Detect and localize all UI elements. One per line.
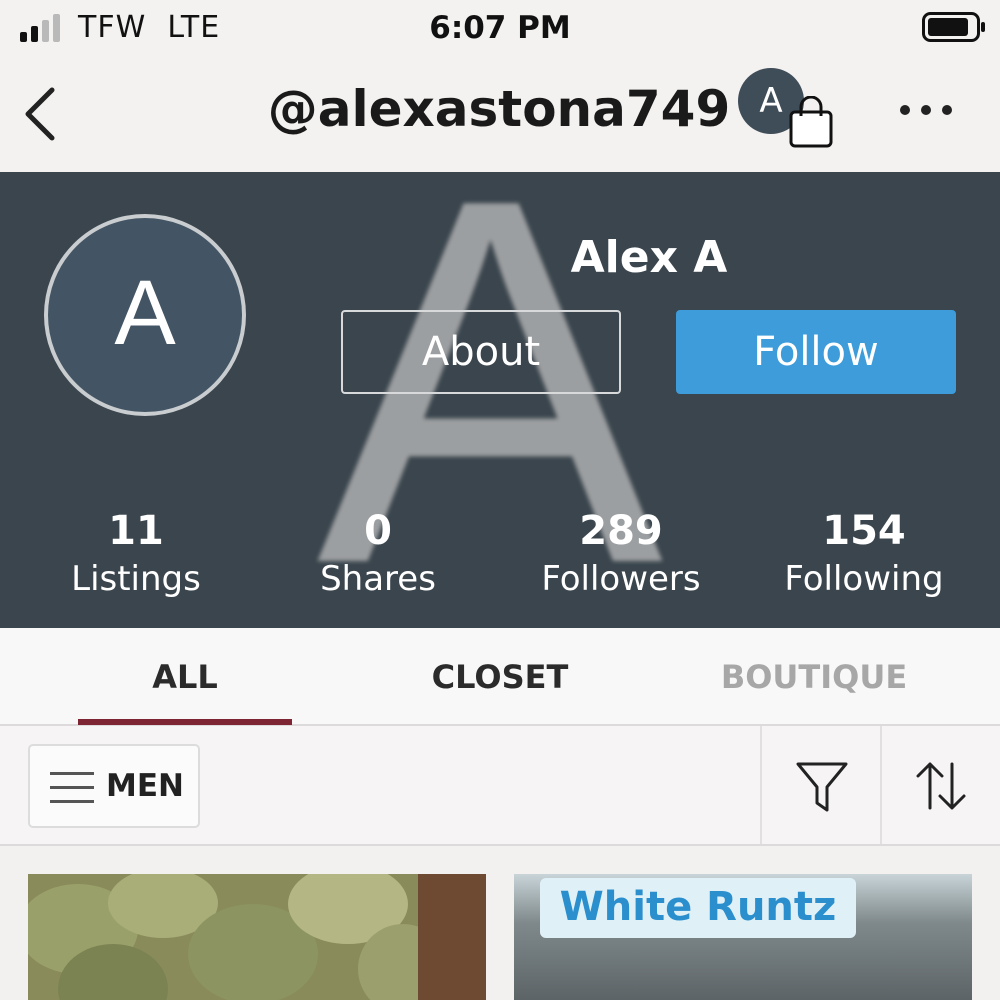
display-name: Alex A (570, 232, 728, 283)
follow-button[interactable]: Follow (676, 310, 956, 394)
stat-label: Followers (541, 559, 701, 599)
listings-grid: White Runtz (0, 846, 1000, 1000)
stat-value: 0 (364, 508, 392, 554)
about-button[interactable]: About (341, 310, 621, 394)
tab-boutique[interactable]: BOUTIQUE (704, 658, 924, 696)
profile-header: A A Alex A About Follow 11 Listings 0 Sh… (0, 172, 1000, 628)
profile-handle: @alexastona749 (267, 80, 731, 138)
stat-value: 154 (822, 508, 906, 554)
profile-avatar[interactable]: A (44, 214, 246, 416)
shopping-bag-icon[interactable] (788, 96, 834, 148)
stat-label: Following (784, 559, 944, 599)
stat-label: Listings (71, 559, 201, 599)
divider (760, 726, 762, 844)
tab-all[interactable]: ALL (78, 658, 292, 696)
filter-bar: MEN (0, 726, 1000, 846)
filter-icon[interactable] (794, 760, 850, 816)
battery-icon (922, 12, 985, 42)
stat-following[interactable]: 154 Following (754, 508, 974, 604)
stat-followers[interactable]: 289 Followers (511, 508, 731, 604)
listing-card[interactable] (28, 874, 486, 1000)
listing-card[interactable]: White Runtz (514, 874, 972, 1000)
active-tab-indicator (78, 719, 292, 725)
stat-value: 11 (108, 508, 164, 554)
divider (880, 726, 882, 844)
sort-icon[interactable] (914, 758, 968, 814)
listing-sticker-text: White Runtz (540, 878, 856, 938)
status-bar: TFW LTE 6:07 PM (0, 0, 1000, 56)
tab-closet[interactable]: CLOSET (398, 658, 602, 696)
stat-label: Shares (320, 559, 436, 599)
department-selector[interactable]: MEN (28, 744, 200, 828)
nav-bar: @alexastona749 A (0, 56, 1000, 172)
stat-shares[interactable]: 0 Shares (268, 508, 488, 604)
more-icon[interactable] (898, 94, 954, 124)
tab-bar: ALL CLOSET BOUTIQUE (0, 628, 1000, 726)
stat-listings[interactable]: 11 Listings (26, 508, 246, 604)
hamburger-icon (50, 772, 94, 804)
department-label: MEN (106, 768, 184, 804)
clock: 6:07 PM (429, 10, 571, 46)
stat-value: 289 (579, 508, 663, 554)
